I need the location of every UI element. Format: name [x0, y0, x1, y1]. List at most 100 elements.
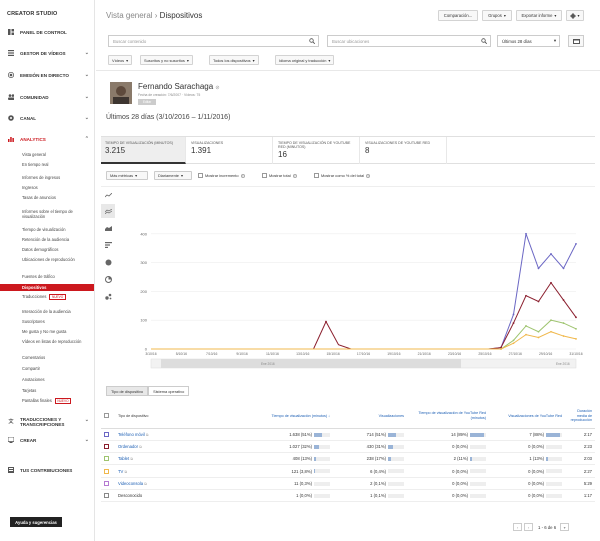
metric-tile-red-views[interactable]: VISUALIZACIONES DE YOUTUBE RED 8: [361, 137, 447, 164]
col-red-views[interactable]: Visualizaciones de YouTube Red: [489, 404, 565, 429]
chevron-up-icon[interactable]: ⌃: [85, 136, 89, 142]
calendar-button[interactable]: [568, 35, 584, 47]
sidebar-item-subscribers[interactable]: Suscriptores: [22, 319, 92, 324]
sidebar-item-playback-locations[interactable]: Ubicaciones de reproducción: [22, 257, 92, 262]
chevron-down-icon[interactable]: ⌄: [85, 417, 89, 423]
chevron-down-icon[interactable]: ⌄: [85, 72, 89, 78]
checkbox[interactable]: [314, 173, 319, 178]
export-button[interactable]: Exportar informe ▾: [516, 10, 562, 21]
prev-page-button[interactable]: ‹: [513, 523, 522, 531]
help-button[interactable]: Ayuda y sugerencias: [10, 517, 62, 527]
filter-icon[interactable]: ⧉: [139, 445, 142, 449]
sidebar-item-end-screens[interactable]: Pantallas finales NUEVO: [22, 398, 92, 404]
channel-badge[interactable]: Editar: [138, 99, 156, 105]
sidebar-item-translations[interactable]: Traducciones NUEVO: [22, 294, 92, 300]
filter-subscribers[interactable]: Suscritos y no suscritos ▾: [140, 55, 193, 65]
filter-devices[interactable]: Todos los dispositivos ▾: [209, 55, 259, 65]
show-percent-toggle[interactable]: Mostrar como % del total?: [314, 171, 371, 180]
chevron-down-icon[interactable]: ⌄: [85, 50, 89, 56]
filter-icon[interactable]: ⧉: [130, 457, 133, 461]
sidebar-item-overview[interactable]: Vista general: [22, 152, 92, 157]
col-watch-time[interactable]: Tiempo de visualización (minutos) ↓: [243, 404, 333, 429]
device-name[interactable]: Teléfono móvil: [118, 432, 145, 437]
table-row[interactable]: Videoconsola ⧉ 11 (0,3%) 2 (0,1%) 0 (0,0%) 0…: [101, 477, 595, 490]
period-select[interactable]: Últimos 28 días ▾: [497, 35, 560, 47]
page-size-button[interactable]: ▾: [560, 523, 570, 531]
table-row[interactable]: TV ⧉ 121 (3,8%) 6 (0,4%) 0 (0,0%) 0 (0,0%) 2:…: [101, 464, 595, 478]
next-page-button[interactable]: ›: [524, 523, 533, 531]
col-red-watch-time[interactable]: Tiempo de visualización de YouTube Red (…: [407, 404, 489, 429]
help-icon[interactable]: ?: [366, 173, 371, 178]
help-icon[interactable]: ?: [240, 173, 245, 178]
sidebar-item-realtime[interactable]: En tiempo real: [22, 162, 92, 167]
compare-button[interactable]: Comparación...: [438, 10, 478, 21]
chevron-down-icon[interactable]: ⌄: [85, 115, 89, 121]
chevron-down-icon[interactable]: ⌄: [85, 437, 89, 443]
nav-community[interactable]: COMUNIDAD ⌄: [0, 90, 95, 104]
filter-icon[interactable]: ⧉: [125, 470, 128, 474]
location-search-input[interactable]: Buscar ubicaciones: [327, 35, 491, 47]
row-checkbox[interactable]: [104, 456, 109, 462]
groups-button[interactable]: Grupos ▾: [482, 10, 512, 21]
sidebar-item-audience-interaction[interactable]: Interacción de la audiencia: [22, 309, 92, 314]
row-checkbox[interactable]: [104, 481, 109, 487]
tab-operating-system[interactable]: Sistema operativo: [148, 386, 190, 396]
nav-channel[interactable]: CANAL ⌄: [0, 111, 95, 125]
metric-tile-watch-time[interactable]: TIEMPO DE VISUALIZACIÓN (MINUTOS) 3.215: [101, 137, 186, 164]
metric-tile-red-watch-time[interactable]: TIEMPO DE VISUALIZACIÓN DE YOUTUBE RED (…: [274, 137, 360, 164]
device-name[interactable]: Ordenador: [118, 444, 138, 449]
group-by-select[interactable]: Diariamente ▾: [154, 171, 192, 180]
tab-device-type[interactable]: Tipo de dispositivo: [106, 386, 149, 396]
chevron-down-icon[interactable]: ⌄: [85, 94, 89, 100]
sidebar-item-comments[interactable]: Comentarios: [22, 355, 92, 360]
filter-icon[interactable]: ⧉: [146, 433, 149, 437]
table-row[interactable]: Ordenador ⧉ 1.027 (32%) 430 (31%) 0 (0,0%) 0…: [101, 440, 595, 454]
device-name[interactable]: Videoconsola: [118, 481, 143, 486]
filter-language[interactable]: Idioma original y traducción ▾: [275, 55, 335, 65]
nav-contributions[interactable]: TUS CONTRIBUCIONES: [0, 463, 95, 477]
channel-name[interactable]: Fernando Sarachaga ⊘: [138, 82, 220, 91]
table-row[interactable]: Desconocido 1 (0,0%) 1 (0,1%) 0 (0,0%) 0 (0,…: [101, 489, 595, 503]
sidebar-item-cards[interactable]: Tarjetas: [22, 388, 92, 393]
select-all-header[interactable]: [101, 404, 115, 429]
sidebar-item-annotations[interactable]: Anotaciones: [22, 377, 92, 382]
device-name[interactable]: TV: [118, 469, 123, 474]
checkbox[interactable]: [262, 173, 267, 178]
sidebar-item-playlists[interactable]: Vídeos en listas de reproducción: [22, 339, 92, 344]
sidebar-item-sharing[interactable]: Compartir: [22, 366, 92, 371]
nav-analytics[interactable]: ANALYTICS ⌃: [0, 132, 95, 146]
row-checkbox[interactable]: [104, 493, 109, 499]
filter-videos[interactable]: Vídeos ▾: [108, 55, 133, 65]
settings-button[interactable]: ▾: [566, 10, 584, 21]
col-avg-duration[interactable]: Duración media de reproducción: [565, 404, 595, 429]
nav-video-manager[interactable]: GESTOR DE VÍDEOS ⌄: [0, 46, 95, 60]
nav-dashboard[interactable]: PANEL DE CONTROL: [0, 25, 95, 39]
breadcrumb-parent[interactable]: Vista general: [106, 11, 153, 20]
nav-live[interactable]: EMISIÓN EN DIRECTO ⌄: [0, 68, 95, 82]
avatar[interactable]: [110, 82, 132, 104]
checkbox[interactable]: [198, 173, 203, 178]
show-increment-toggle[interactable]: Mostrar incremento?: [198, 171, 245, 180]
table-row[interactable]: Tablet ⧉ 408 (13%) 238 (17%) 2 (11%) 1 (13%)…: [101, 452, 595, 466]
row-checkbox[interactable]: [104, 431, 109, 437]
row-checkbox[interactable]: [104, 444, 109, 450]
sidebar-item-watch-time-reports[interactable]: Informes sobre el tiempo de visualizació…: [22, 209, 92, 219]
nav-translations[interactable]: 文 TRADUCCIONES Y TRANSCRIPCIONES ⌄: [0, 413, 95, 430]
nav-create[interactable]: CREAR ⌄: [0, 433, 95, 447]
sidebar-item-audience-retention[interactable]: Retención de la audiencia: [22, 237, 92, 242]
sidebar-item-likes[interactable]: Me gusta y No me gusta: [22, 329, 92, 334]
search-icon[interactable]: [481, 38, 488, 45]
search-icon[interactable]: [309, 38, 316, 45]
table-row[interactable]: Teléfono móvil ⧉ 1.638 (51%) 714 (51%) 14 (…: [101, 428, 595, 441]
sidebar-item-revenue[interactable]: Ingresos: [22, 185, 92, 190]
sidebar-item-demographics[interactable]: Datos demográficos: [22, 247, 92, 252]
sidebar-item-devices[interactable]: Dispositivos: [0, 284, 94, 291]
sidebar-item-ad-rates[interactable]: Tasas de anuncios: [22, 195, 92, 200]
sidebar-item-revenue-reports[interactable]: Informes de ingresos: [22, 175, 92, 180]
col-device-type[interactable]: Tipo de dispositivo: [115, 404, 243, 429]
help-icon[interactable]: ?: [292, 173, 297, 178]
row-checkbox[interactable]: [104, 468, 109, 474]
filter-icon[interactable]: ⧉: [144, 482, 147, 486]
device-name[interactable]: Tablet: [118, 456, 129, 461]
show-total-toggle[interactable]: Mostrar total?: [262, 171, 297, 180]
